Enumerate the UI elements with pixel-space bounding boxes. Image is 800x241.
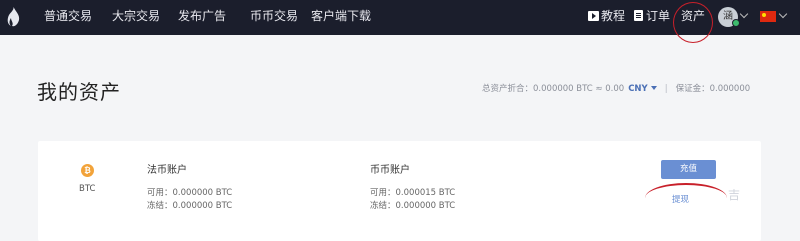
coin-available-label: 可用：	[370, 188, 396, 198]
coin-frozen: 冻结：0.000000 BTC	[370, 199, 455, 211]
coin-account-title: 币币账户	[370, 165, 410, 176]
orders-label: 订单	[646, 9, 671, 23]
page-title: 我的资产	[37, 80, 121, 104]
deposit-label: 保证金：	[675, 84, 710, 94]
bitcoin-icon: ₿	[81, 164, 94, 177]
play-icon	[588, 11, 599, 21]
nav-block-trade[interactable]: 大宗交易	[112, 0, 160, 35]
chevron-down-icon[interactable]	[739, 9, 749, 19]
deposit-value: 0.000000	[709, 84, 751, 94]
fiat-frozen-label: 冻结：	[147, 201, 173, 211]
coin-frozen-value: 0.000000 BTC	[395, 201, 456, 211]
recharge-button[interactable]: 充值	[661, 160, 716, 179]
coin-frozen-label: 冻结：	[370, 201, 396, 211]
online-status-dot	[732, 19, 740, 27]
total-assets-value: 0.000000 BTC ≈ 0.00	[533, 84, 625, 94]
coin-name: BTC	[79, 184, 96, 194]
china-flag-icon[interactable]	[760, 11, 776, 22]
tutorial-label: 教程	[601, 9, 626, 23]
watermark: 吉	[728, 188, 741, 202]
caret-down-icon[interactable]	[650, 86, 657, 90]
divider: |	[664, 84, 668, 94]
currency-select[interactable]: CNY	[628, 84, 648, 94]
nav-post-ad[interactable]: 发布广告	[178, 0, 226, 35]
tutorial-link[interactable]: 教程	[588, 0, 625, 35]
coin-available: 可用：0.000015 BTC	[370, 186, 455, 198]
orders-link[interactable]: 订单	[634, 0, 670, 35]
fiat-available-value: 0.000000 BTC	[172, 188, 233, 198]
document-icon	[634, 10, 643, 21]
total-assets-label: 总资产折合：	[482, 84, 534, 94]
fiat-available: 可用：0.000000 BTC	[147, 186, 232, 198]
asset-summary: 总资产折合：0.000000 BTC ≈ 0.00 CNY | 保证金：0.00000…	[482, 82, 750, 94]
nav-client-download[interactable]: 客户端下载	[311, 0, 371, 35]
fiat-available-label: 可用：	[147, 188, 173, 198]
logo-icon[interactable]	[7, 7, 20, 27]
fiat-frozen: 冻结：0.000000 BTC	[147, 199, 232, 211]
coin-available-value: 0.000015 BTC	[395, 188, 456, 198]
nav-normal-trade[interactable]: 普通交易	[44, 0, 92, 35]
annotation-circle	[673, 2, 713, 43]
language-chevron-icon[interactable]	[778, 9, 788, 19]
fiat-frozen-value: 0.000000 BTC	[172, 201, 233, 211]
fiat-account-title: 法币账户	[147, 165, 187, 176]
withdraw-link[interactable]: 提现	[672, 193, 689, 205]
nav-coin-trade[interactable]: 币币交易	[250, 0, 298, 35]
